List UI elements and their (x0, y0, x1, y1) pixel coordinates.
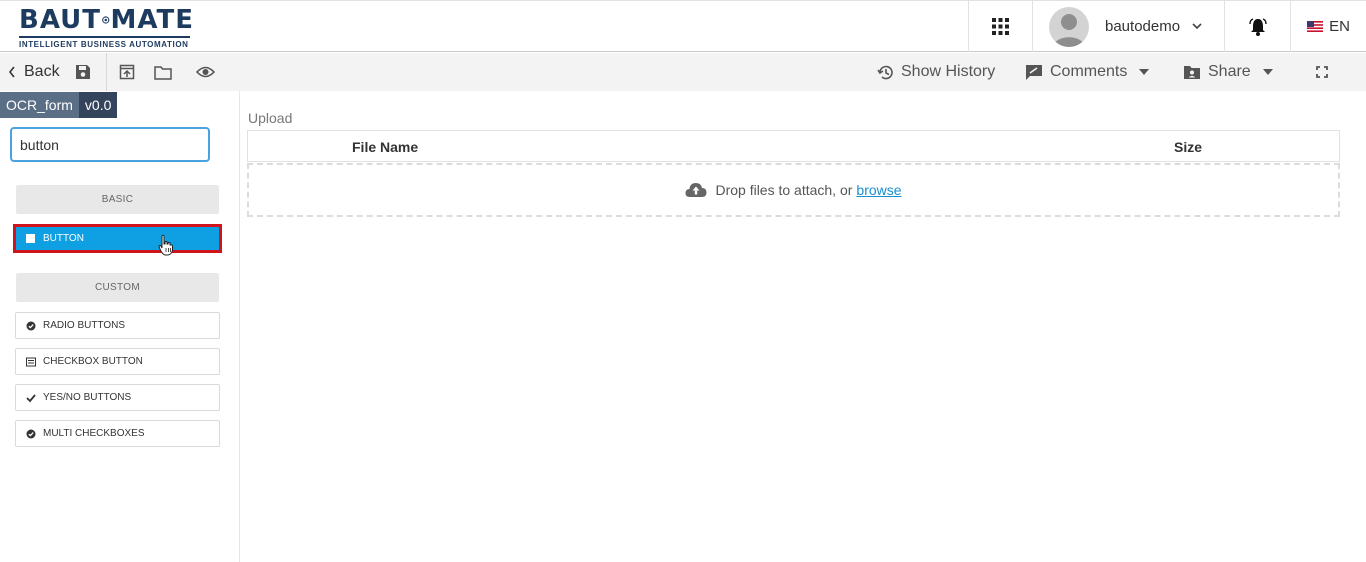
gear-icon (102, 16, 110, 24)
check-circle-icon (26, 429, 36, 438)
share-label: Share (1208, 63, 1251, 80)
preview-button[interactable] (196, 53, 215, 91)
open-folder-button[interactable] (154, 53, 172, 91)
fullscreen-icon (1316, 66, 1328, 78)
apps-button[interactable] (968, 1, 1032, 52)
save-icon (76, 65, 90, 79)
back-button[interactable]: Back (8, 53, 60, 91)
check-circle-icon (26, 321, 36, 330)
column-size: Size (1174, 139, 1203, 155)
export-button[interactable] (119, 53, 135, 91)
form-version: v0.0 (78, 92, 118, 118)
cloud-upload-icon (685, 183, 707, 197)
grid-icon (992, 18, 1009, 35)
group-custom-header[interactable]: CUSTOM (16, 273, 219, 302)
export-icon (119, 64, 135, 80)
fullscreen-button[interactable] (1316, 53, 1328, 91)
user-menu[interactable]: bautodemo (1032, 1, 1224, 52)
username: bautodemo (1105, 18, 1181, 35)
component-button[interactable]: BUTTON (13, 224, 222, 253)
editor-toolbar: Back Show History Comments Share (0, 53, 1366, 91)
share-folder-icon (1184, 65, 1200, 79)
chevron-left-icon (8, 66, 15, 78)
us-flag-icon (1307, 21, 1324, 32)
folder-icon (154, 65, 172, 80)
component-multi-checkboxes[interactable]: MULTI CHECKBOXES (15, 420, 220, 447)
component-checkbox-button[interactable]: CHECKBOX BUTTON (15, 348, 220, 375)
browse-link[interactable]: browse (856, 182, 901, 198)
component-yes-no-buttons[interactable]: YES/NO BUTTONS (15, 384, 220, 411)
history-icon (877, 65, 893, 79)
component-label: MULTI CHECKBOXES (43, 428, 145, 439)
component-button-label: BUTTON (43, 233, 84, 244)
show-history-button[interactable]: Show History (877, 53, 995, 91)
eye-icon (196, 66, 215, 78)
file-dropzone[interactable]: Drop files to attach, or browse (247, 163, 1340, 217)
upload-component-label: Upload (248, 110, 293, 126)
avatar (1049, 6, 1089, 47)
chevron-down-icon (1192, 23, 1202, 30)
component-sidebar: OCR_form v0.0 BASIC BUTTON CUSTOM RADIO … (0, 91, 240, 562)
logo-text-right: MATE (110, 5, 194, 35)
form-name-badge: OCR_form v0.0 (0, 92, 118, 118)
back-label: Back (24, 63, 60, 80)
comment-icon (1026, 64, 1042, 80)
language-selector[interactable]: EN (1290, 1, 1366, 52)
group-basic-header[interactable]: BASIC (16, 185, 219, 214)
component-label: RADIO BUTTONS (43, 320, 126, 331)
column-file-name: File Name (352, 139, 419, 155)
show-history-label: Show History (901, 63, 996, 80)
form-name: OCR_form (0, 92, 79, 118)
component-search-input[interactable] (10, 127, 210, 162)
bautomate-logo[interactable]: BAUT MATE INTELLIGENT BUSINESS AUTOMATIO… (19, 6, 194, 50)
comments-label: Comments (1050, 63, 1128, 80)
square-icon (26, 234, 35, 243)
logo-text-left: BAUT (19, 5, 101, 35)
comments-button[interactable]: Comments (1025, 53, 1150, 91)
component-radio-buttons[interactable]: RADIO BUTTONS (15, 312, 220, 339)
save-button[interactable] (75, 53, 91, 91)
component-label: YES/NO BUTTONS (43, 392, 132, 403)
language-label: EN (1329, 18, 1350, 35)
hand-cursor-icon (158, 234, 173, 256)
dropzone-text: Drop files to attach, or (715, 182, 853, 198)
top-header: BAUT MATE INTELLIGENT BUSINESS AUTOMATIO… (0, 0, 1366, 52)
component-label: CHECKBOX BUTTON (43, 356, 143, 367)
caret-down-icon (1262, 69, 1273, 75)
caret-down-icon (1139, 69, 1150, 75)
list-icon (26, 357, 36, 366)
upload-table-header: File Name Size (247, 130, 1340, 162)
toolbar-divider (106, 53, 107, 91)
user-silhouette-icon (1053, 13, 1085, 47)
share-button[interactable]: Share (1183, 53, 1273, 91)
notifications-button[interactable] (1224, 1, 1290, 52)
bell-icon (1248, 17, 1267, 36)
logo-tagline: INTELLIGENT BUSINESS AUTOMATION (19, 36, 190, 49)
check-icon (26, 393, 36, 402)
logo-wordmark: BAUT MATE (19, 6, 194, 34)
